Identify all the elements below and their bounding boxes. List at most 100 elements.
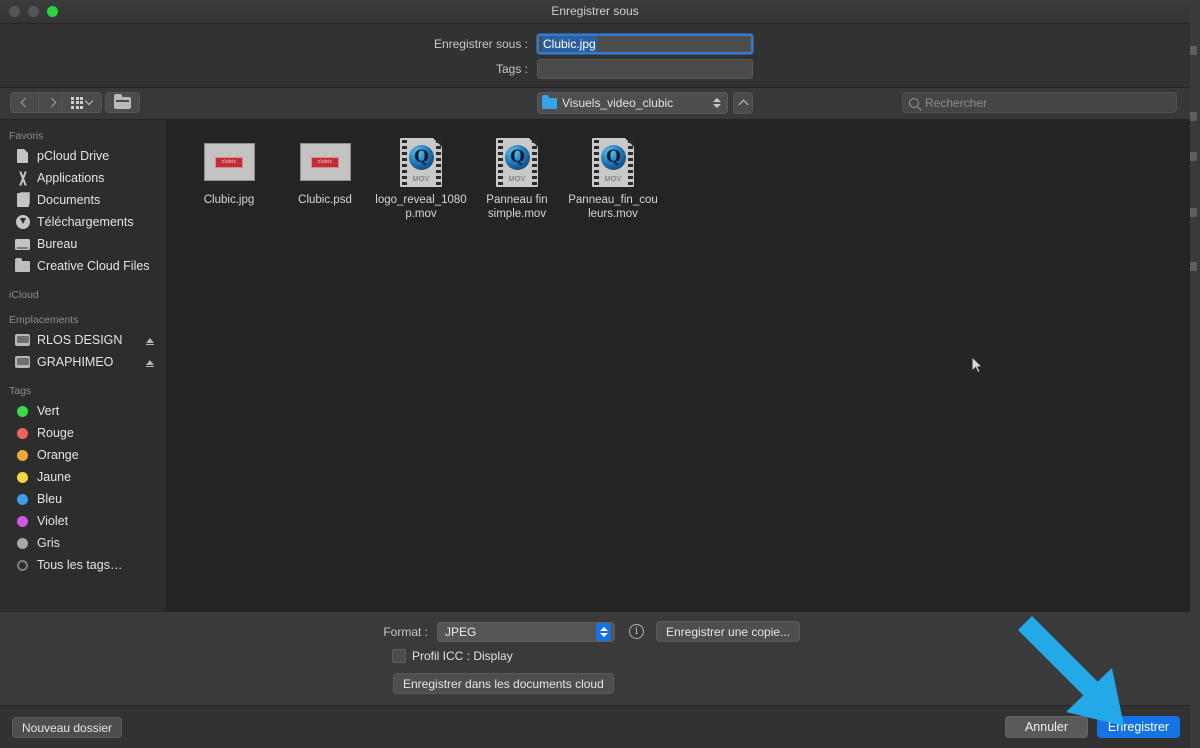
sidebar-item-creative-cloud-files[interactable]: Creative Cloud Files <box>0 255 166 277</box>
dialog-title: Enregistrer sous <box>551 4 639 18</box>
sidebar-item-tag-bleu[interactable]: Bleu <box>0 488 166 510</box>
file-item[interactable]: Q MOV Panneau_fin_couleurs.mov <box>565 134 661 221</box>
minimize-button[interactable] <box>28 6 39 17</box>
tag-dot-icon <box>14 493 31 505</box>
sidebar-item-bureau[interactable]: Bureau <box>0 233 166 255</box>
icc-profile-row[interactable]: Profil ICC : Display <box>392 649 513 663</box>
path-label: Visuels_video_clubic <box>562 96 674 110</box>
back-button[interactable] <box>10 92 39 113</box>
sidebar-item-label: Téléchargements <box>37 215 134 229</box>
filename-label: Enregistrer sous : <box>433 37 528 51</box>
search-icon <box>909 97 919 108</box>
sidebar-item-graphimeo[interactable]: GRAPHIMEO <box>0 351 166 373</box>
desktop-icon <box>14 238 31 250</box>
file-grid: clubic Clubic.jpg clubic Clubic.psd Q MO… <box>181 134 1190 221</box>
sidebar-item-rlos-design[interactable]: RLOS DESIGN <box>0 329 166 351</box>
file-label: Clubic.jpg <box>203 194 255 206</box>
sidebar-item-all-tags[interactable]: Tous les tags… <box>0 554 166 576</box>
tag-dot-icon <box>14 427 31 439</box>
sidebar-item-tag-violet[interactable]: Violet <box>0 510 166 532</box>
sidebar: Favoris pCloud Drive Applications Docume… <box>0 120 167 611</box>
file-icon: Q MOV <box>373 134 469 190</box>
icon-view-grid-icon <box>71 96 83 109</box>
chevron-left-icon <box>20 97 31 108</box>
file-label: Panneau_fin_couleurs.mov <box>568 194 658 220</box>
filename-row: Enregistrer sous : Clubic.jpg <box>0 34 1190 54</box>
view-mode-button[interactable] <box>61 92 102 113</box>
dialog-body: Favoris pCloud Drive Applications Docume… <box>0 120 1190 611</box>
close-button[interactable] <box>9 6 20 17</box>
mouse-cursor <box>971 356 983 374</box>
sidebar-item-label: Orange <box>37 448 79 462</box>
file-item[interactable]: Q MOV Panneau fin simple.mov <box>469 134 565 221</box>
save-copy-button[interactable]: Enregistrer une copie... <box>656 621 801 642</box>
sidebar-item-label: Applications <box>37 171 105 185</box>
file-item[interactable]: Q MOV logo_reveal_1080p.mov <box>373 134 469 221</box>
file-label: Clubic.psd <box>298 194 352 206</box>
sidebar-item-tag-rouge[interactable]: Rouge <box>0 422 166 444</box>
eject-icon[interactable] <box>146 337 154 346</box>
file-label: logo_reveal_1080p.mov <box>375 194 467 220</box>
filename-input[interactable]: Clubic.jpg <box>537 34 753 54</box>
quicktime-movie-icon: Q MOV <box>496 137 538 187</box>
sidebar-header-tags: Tags <box>9 385 32 397</box>
eject-icon[interactable] <box>146 359 154 368</box>
clubic-logo: clubic <box>215 156 243 168</box>
file-label: Panneau fin simple.mov <box>486 194 548 220</box>
sidebar-item-tag-gris[interactable]: Gris <box>0 532 166 554</box>
format-select[interactable]: JPEG <box>437 621 615 642</box>
save-to-cloud-button[interactable]: Enregistrer dans les documents cloud <box>393 673 614 694</box>
chevron-down-icon <box>84 96 94 106</box>
save-as-dialog: Enregistrer sous Enregistrer sous : Club… <box>0 0 1190 748</box>
tags-label: Tags : <box>495 62 528 76</box>
sidebar-item-label: Tous les tags… <box>37 558 123 572</box>
sidebar-item-label: Rouge <box>37 426 74 440</box>
file-browser[interactable]: clubic Clubic.jpg clubic Clubic.psd Q MO… <box>167 120 1190 611</box>
sidebar-item-label: pCloud Drive <box>37 149 110 163</box>
file-icon: Q MOV <box>565 134 661 190</box>
tag-dot-icon <box>14 515 31 527</box>
sidebar-item-telechargements[interactable]: Téléchargements <box>0 211 166 233</box>
browser-toolbar: Visuels_video_clubic Rechercher <box>0 88 1190 120</box>
cancel-button[interactable]: Annuler <box>1005 716 1088 738</box>
sidebar-item-tag-jaune[interactable]: Jaune <box>0 466 166 488</box>
group-by-button[interactable] <box>105 92 140 113</box>
file-item[interactable]: clubic Clubic.jpg <box>181 134 277 221</box>
sidebar-item-documents[interactable]: Documents <box>0 189 166 211</box>
tags-input[interactable] <box>537 59 753 79</box>
chevron-up-icon <box>738 99 748 109</box>
zoom-button[interactable] <box>47 6 58 17</box>
sidebar-item-pcloud-drive[interactable]: pCloud Drive <box>0 145 166 167</box>
sidebar-item-label: GRAPHIMEO <box>37 355 114 369</box>
tag-dot-icon <box>14 405 31 417</box>
dialog-titlebar: Enregistrer sous <box>0 0 1190 24</box>
image-thumbnail-icon: clubic <box>203 143 255 181</box>
mov-badge: MOV <box>412 175 430 183</box>
document-icon <box>14 149 31 163</box>
file-item[interactable]: clubic Clubic.psd <box>277 134 373 221</box>
sidebar-item-label: Vert <box>37 404 60 418</box>
sidebar-header-favoris: Favoris <box>9 130 44 142</box>
search-input[interactable]: Rechercher <box>902 92 1177 113</box>
drive-icon <box>14 334 31 346</box>
icc-label: Profil ICC : Display <box>412 649 513 663</box>
quicktime-movie-icon: Q MOV <box>400 137 442 187</box>
new-folder-button[interactable]: Nouveau dossier <box>12 717 123 738</box>
folder-icon <box>542 95 557 109</box>
info-circle-icon[interactable]: i <box>629 624 644 639</box>
mov-badge: MOV <box>508 175 526 183</box>
chevron-right-icon <box>46 97 57 108</box>
save-button[interactable]: Enregistrer <box>1097 716 1180 738</box>
file-icon: clubic <box>277 134 373 190</box>
tag-dot-icon <box>14 537 31 549</box>
sidebar-item-tag-vert[interactable]: Vert <box>0 400 166 422</box>
sidebar-item-tag-orange[interactable]: Orange <box>0 444 166 466</box>
tag-dot-icon <box>14 471 31 483</box>
path-popup-button[interactable]: Visuels_video_clubic <box>537 92 728 114</box>
icc-checkbox[interactable] <box>392 649 406 663</box>
image-thumbnail-icon: clubic <box>299 143 351 181</box>
window-controls <box>9 6 58 17</box>
go-up-button[interactable] <box>733 92 753 114</box>
mov-badge: MOV <box>604 175 622 183</box>
sidebar-item-applications[interactable]: Applications <box>0 167 166 189</box>
